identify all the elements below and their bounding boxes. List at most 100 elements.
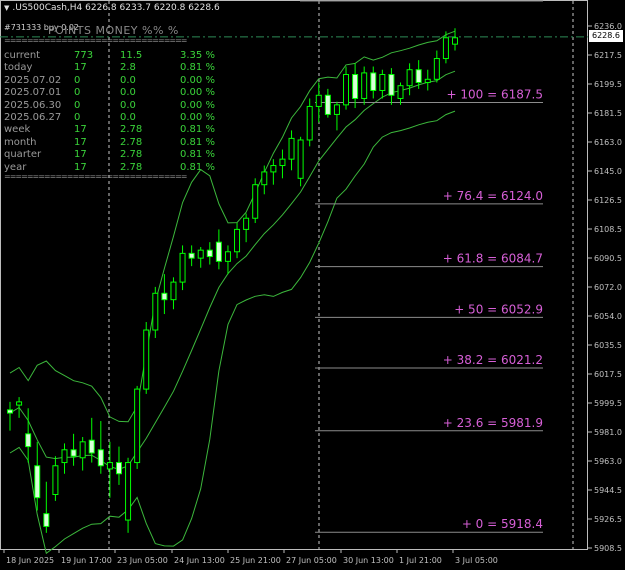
stats-row-2025-07-01: 2025.07.01 0 0.0 0.00 % — [4, 87, 215, 99]
stats-points: 0 — [74, 87, 81, 99]
stats-label: 2025.07.02 — [4, 74, 62, 86]
stats-row-2025-07-02: 2025.07.02 0 0.0 0.00 % — [4, 75, 215, 87]
triangle-down-icon[interactable]: ▼ — [4, 4, 9, 12]
stats-label: quarter — [4, 149, 42, 161]
candle-bull — [406, 69, 413, 87]
candle-bear — [43, 513, 50, 527]
time-axis-label: 27 Jun 05:00 — [286, 556, 337, 565]
candle-bear — [115, 462, 122, 475]
stats-pct: 0.00 % — [180, 87, 215, 99]
stats-money: 2.78 — [120, 149, 143, 161]
stats-pct: 0.81 % — [180, 136, 215, 148]
candle-bear — [324, 94, 331, 115]
price-axis-label: 6072.0 — [594, 283, 622, 292]
stats-label: month — [4, 136, 37, 148]
stats-row-today: today 17 2.8 0.81 % — [4, 62, 215, 74]
stats-separator-top: ================================ — [4, 36, 187, 45]
candle-bull — [134, 388, 141, 464]
candle-bear — [215, 241, 222, 262]
stats-money: 2.8 — [120, 62, 136, 74]
candle-bull — [397, 85, 404, 99]
price-axis-label: 6108.5 — [594, 225, 622, 234]
candle-bear — [206, 249, 213, 258]
symbol-quote: .US500Cash,H4 6226.8 6233.7 6220.8 6228.… — [12, 3, 220, 13]
candle-bear — [352, 74, 359, 99]
time-axis-label: 3 Jul 05:00 — [455, 556, 498, 565]
stats-row-2025-06-27: 2025.06.27 0 0.0 0.00 % — [4, 112, 215, 124]
candle-bull — [452, 37, 458, 45]
candle-bull — [125, 462, 132, 521]
stats-money: 0.0 — [120, 74, 136, 86]
stats-row-month: month 17 2.78 0.81 % — [4, 137, 215, 149]
candle-bull — [243, 217, 250, 230]
stats-separator-bottom: ================================ — [4, 172, 187, 181]
stats-pct: 0.00 % — [180, 111, 215, 123]
stats-label: week — [4, 124, 31, 136]
stats-points: 17 — [74, 149, 87, 161]
fib-level-label: + 0 = 5918.4 — [462, 517, 543, 531]
candle-bull — [79, 441, 86, 459]
stats-row-quarter: quarter 17 2.78 0.81 % — [4, 149, 215, 161]
price-axis-label: 5926.5 — [594, 515, 622, 524]
stats-pct: 0.81 % — [180, 149, 215, 161]
time-axis-label: 19 Jun 17:00 — [61, 556, 112, 565]
candle-bull — [234, 228, 241, 253]
stats-pct: 0.81 % — [180, 62, 215, 74]
stats-points: 0 — [74, 99, 81, 111]
fib-level-label: + 100 = 6187.5 — [447, 87, 543, 101]
candle-bull — [143, 329, 150, 390]
stats-label: 2025.06.27 — [4, 111, 62, 123]
candle-bull — [52, 465, 59, 496]
stats-money: 2.78 — [120, 124, 143, 136]
stats-pct: 0.00 % — [180, 99, 215, 111]
current-price-tag: 6228.6 — [589, 30, 623, 42]
stats-money: 2.78 — [120, 136, 143, 148]
candle-bull — [16, 401, 23, 406]
stats-label: current — [4, 50, 41, 61]
chart-title: ▼ .US500Cash,H4 6226.8 6233.7 6220.8 6228… — [4, 3, 220, 13]
candle-bear — [370, 72, 377, 91]
stats-pct: 0.81 % — [180, 124, 215, 136]
time-axis-label: 24 Jun 13:00 — [174, 556, 225, 565]
candle-bear — [88, 439, 95, 454]
fib-level-label: + 50 = 6052.9 — [454, 302, 543, 316]
candle-bull — [252, 184, 259, 219]
price-axis-label: 6145.0 — [594, 167, 622, 176]
candle-bear — [34, 465, 41, 499]
price-axis-label: 6054.0 — [594, 312, 622, 321]
candle-bull — [333, 104, 340, 115]
stats-points: 17 — [74, 62, 87, 74]
price-axis-label: 5981.0 — [594, 428, 622, 437]
stats-pct: 3.35 % — [180, 50, 215, 61]
candle-bear — [161, 292, 168, 301]
candle-bull — [306, 105, 313, 141]
price-axis-label: 6163.0 — [594, 138, 622, 147]
fib-level-label: + 61.8 = 6084.7 — [443, 252, 543, 266]
stats-panel: current 773 11.5 3.35 % today 17 2.8 0.81 % 2025… — [4, 50, 215, 174]
stats-points: 17 — [74, 136, 87, 148]
candle-bull — [61, 449, 68, 464]
stats-points: 0 — [74, 74, 81, 86]
candle-bull — [442, 37, 449, 60]
candle-bull — [343, 74, 350, 106]
price-axis-label: 5944.5 — [594, 486, 622, 495]
candle-bull — [224, 251, 231, 262]
candle-bull — [297, 139, 304, 179]
candle-bear — [70, 449, 77, 457]
stats-money: 0.0 — [120, 87, 136, 99]
stats-label: 2025.06.30 — [4, 99, 62, 111]
candle-bull — [288, 137, 295, 160]
time-axis-label: 25 Jun 21:00 — [230, 556, 281, 565]
candle-bull — [279, 158, 286, 167]
stats-points: 773 — [74, 50, 94, 61]
time-axis-label: 1 Jul 21:00 — [399, 556, 442, 565]
candle-bull — [197, 249, 204, 259]
price-axis-label: 5963.0 — [594, 457, 622, 466]
time-axis-label: 23 Jun 05:00 — [117, 556, 168, 565]
price-axis-label: 6090.5 — [594, 254, 622, 263]
candle-bear — [7, 409, 13, 414]
stats-pct: 0.00 % — [180, 74, 215, 86]
time-axis-label: 18 Jun 2025 — [6, 556, 54, 565]
fib-level-label: + 23.6 = 5981.9 — [443, 416, 543, 430]
stats-points: 17 — [74, 124, 87, 136]
